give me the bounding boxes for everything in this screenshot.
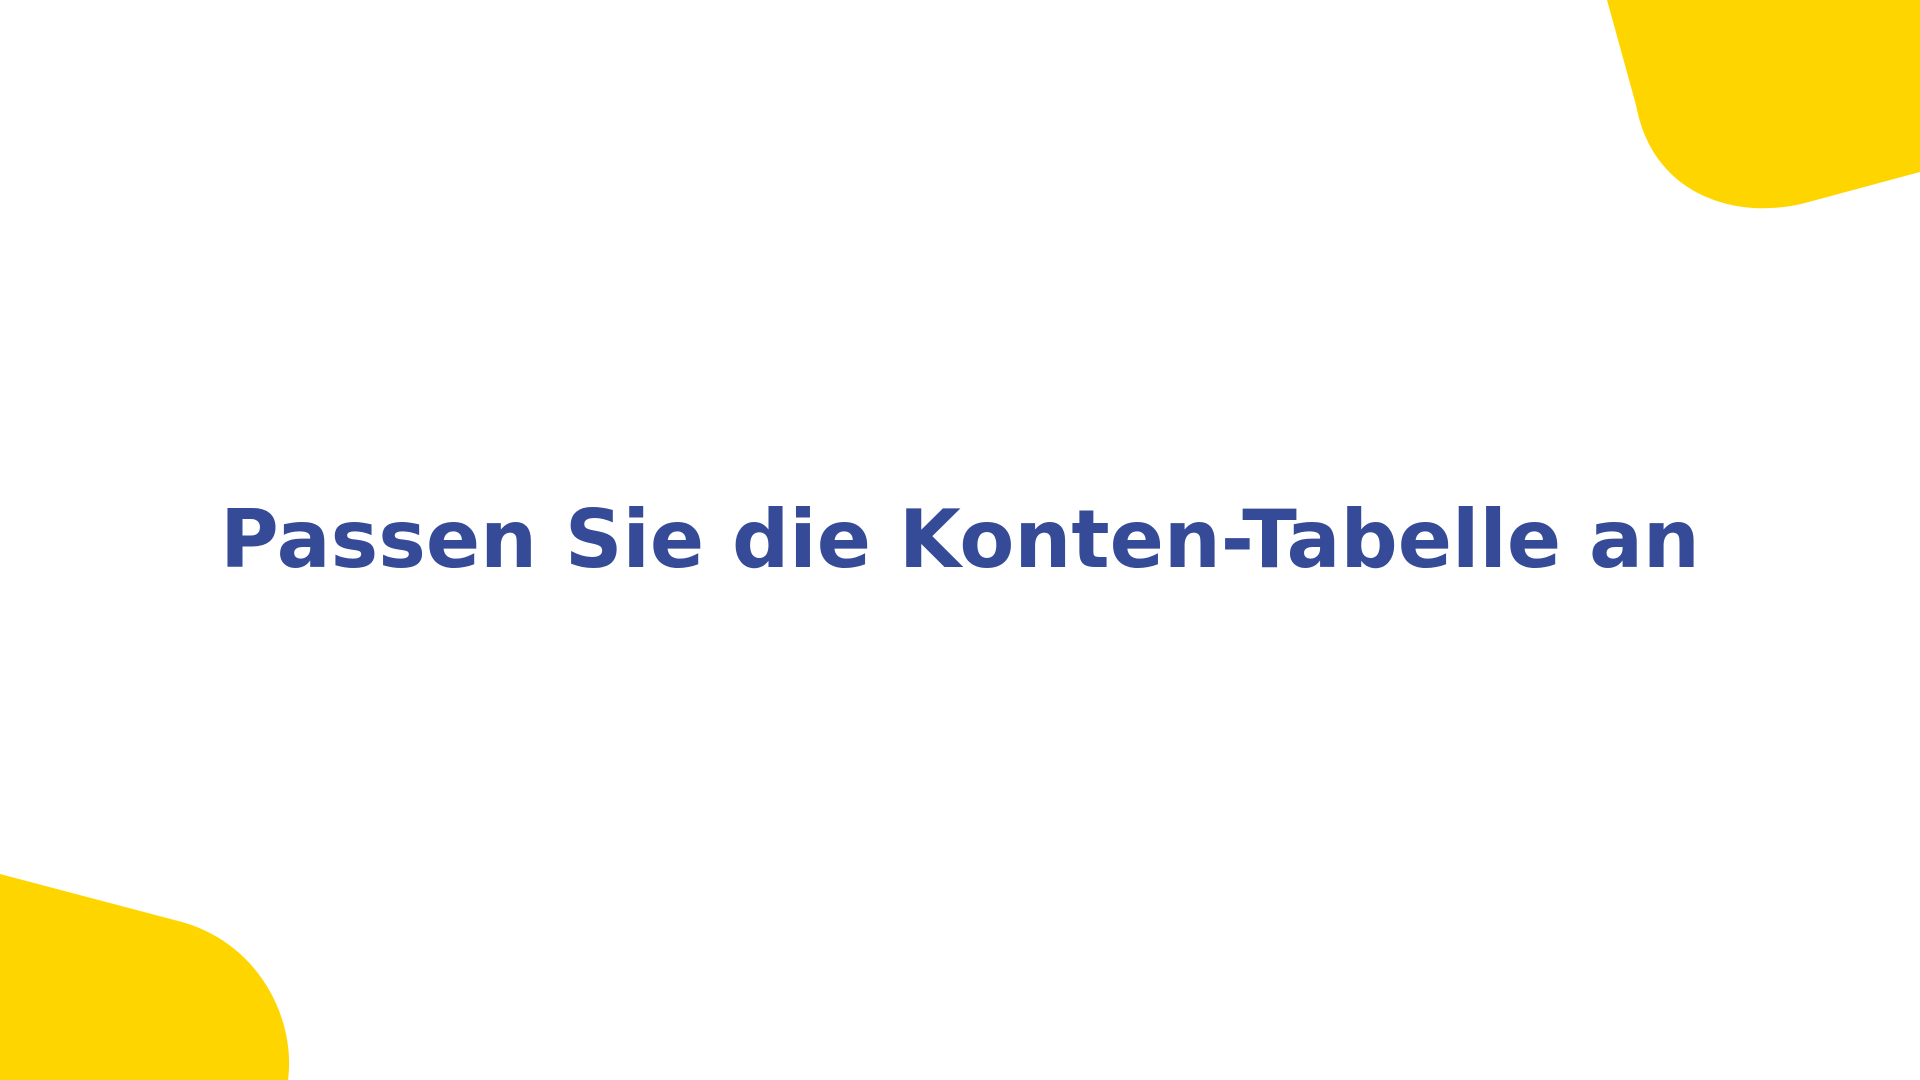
slide-title: Passen Sie die Konten-Tabelle an: [220, 493, 1700, 586]
slide: Passen Sie die Konten-Tabelle an: [0, 0, 1920, 1080]
top-right-accent-shape: [1607, 0, 1920, 209]
bottom-left-accent-shape: [0, 874, 290, 1080]
